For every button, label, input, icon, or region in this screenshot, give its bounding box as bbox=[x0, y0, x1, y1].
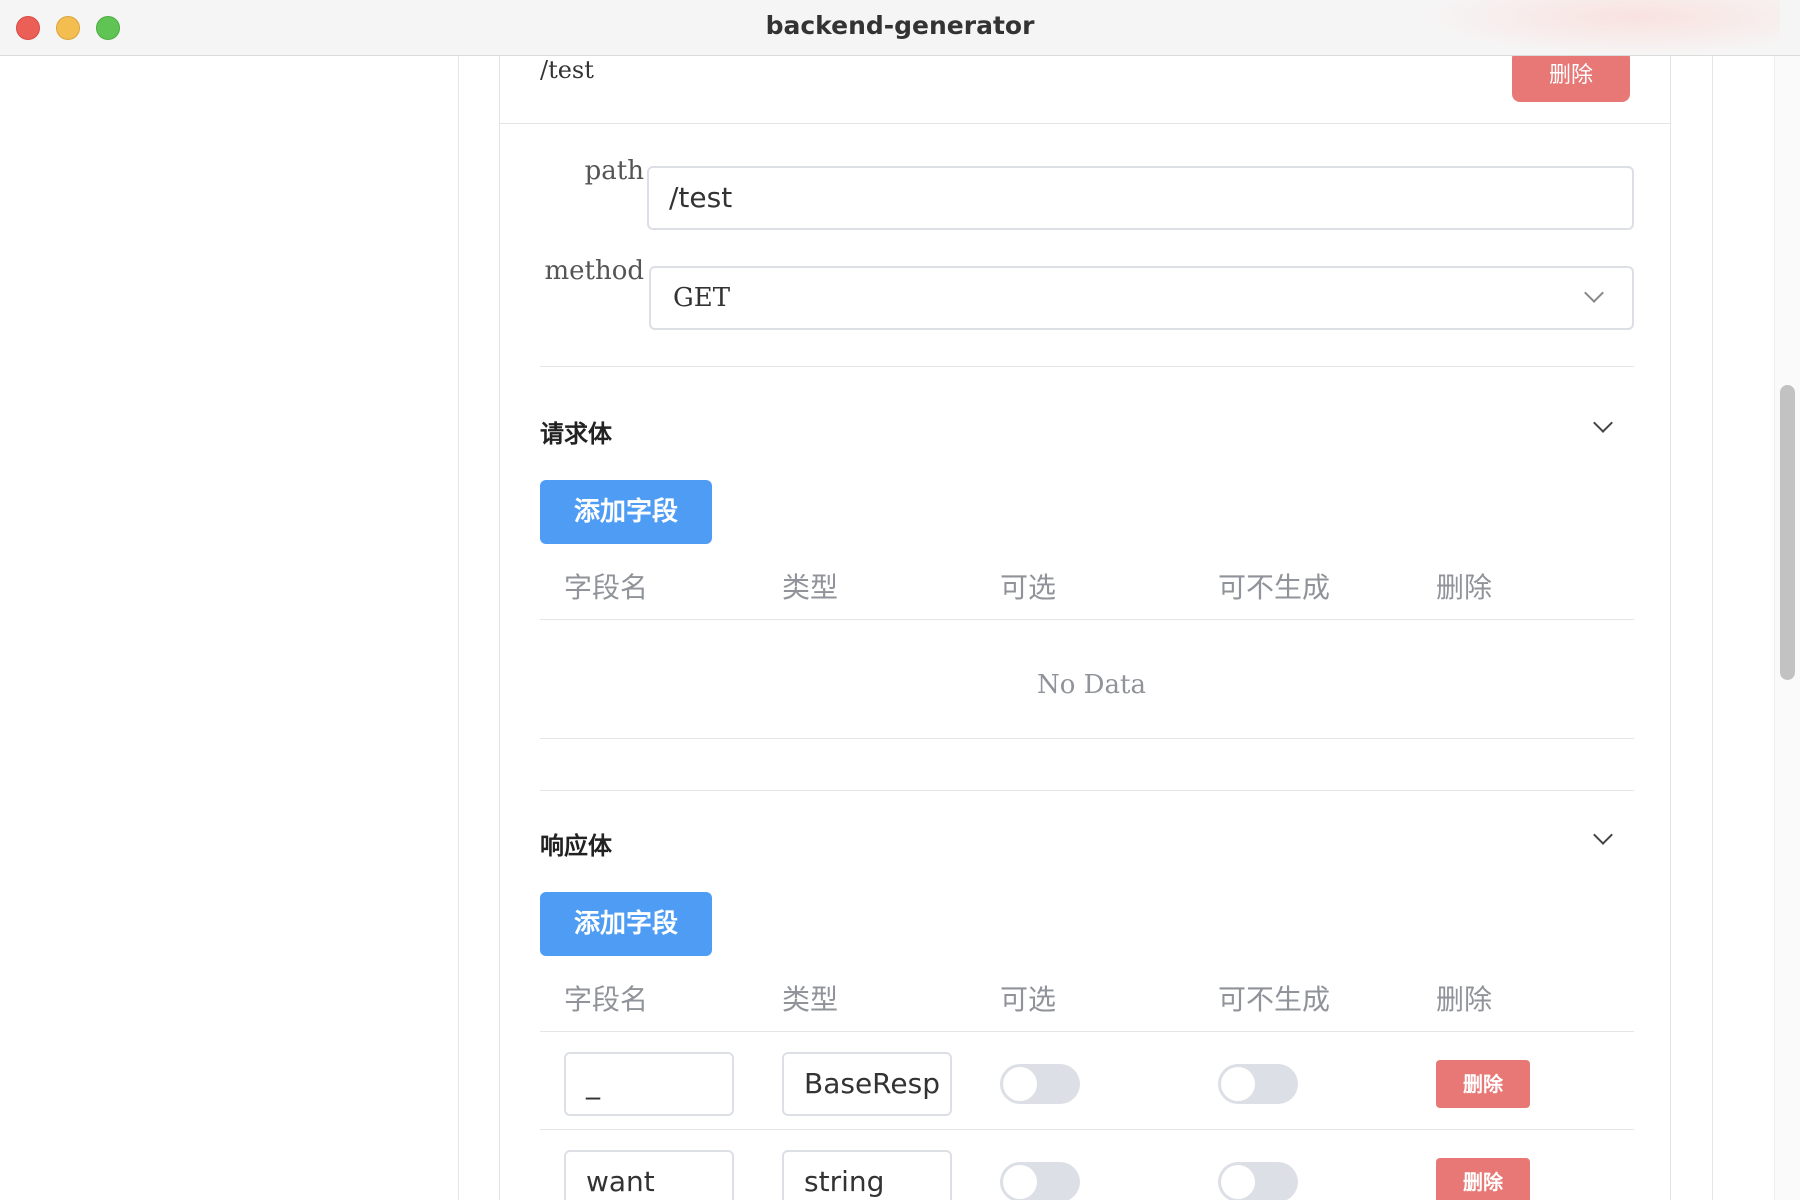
delete-route-button[interactable]: 删除 bbox=[1512, 50, 1630, 102]
request-add-field-button[interactable]: 添加字段 bbox=[540, 480, 712, 544]
table-row-divider bbox=[540, 1129, 1634, 1130]
toggle-knob bbox=[1221, 1165, 1255, 1199]
form-divider bbox=[540, 366, 1634, 367]
skip-generate-toggle[interactable] bbox=[1218, 1064, 1298, 1104]
response-body-title: 响应体 bbox=[540, 832, 612, 860]
request-col-skip: 可不生成 bbox=[1218, 571, 1331, 604]
method-select-value: GET bbox=[673, 283, 731, 313]
response-table-header-divider bbox=[540, 1031, 1634, 1032]
vertical-scrollbar[interactable] bbox=[1774, 56, 1800, 1200]
response-col-delete: 删除 bbox=[1436, 983, 1493, 1016]
request-col-delete: 删除 bbox=[1436, 571, 1493, 604]
path-label: path bbox=[584, 156, 644, 186]
response-col-optional: 可选 bbox=[1000, 983, 1057, 1016]
toggle-knob bbox=[1003, 1067, 1037, 1101]
request-col-optional: 可选 bbox=[1000, 571, 1057, 604]
title-bar: backend-generator bbox=[0, 0, 1800, 56]
request-table-bottom-divider bbox=[540, 738, 1634, 739]
path-input[interactable]: /test bbox=[647, 166, 1634, 230]
response-col-type: 类型 bbox=[782, 983, 839, 1016]
chevron-down-icon bbox=[1584, 283, 1604, 303]
response-body-collapse-icon[interactable] bbox=[1593, 825, 1613, 845]
field-name-input[interactable]: _ bbox=[564, 1052, 734, 1116]
field-type-input[interactable]: string bbox=[782, 1150, 952, 1200]
method-label: method bbox=[544, 256, 644, 286]
scrollbar-thumb[interactable] bbox=[1780, 385, 1795, 680]
request-body-title: 请求体 bbox=[540, 420, 612, 448]
field-name-input[interactable]: want bbox=[564, 1150, 734, 1200]
method-select[interactable]: GET bbox=[649, 266, 1634, 330]
route-title: /test bbox=[540, 56, 594, 84]
route-card: /test 删除 path /test method GET 请求体 添加字段 … bbox=[499, 36, 1671, 1200]
delete-field-button[interactable]: 删除 bbox=[1436, 1158, 1530, 1200]
skip-generate-toggle[interactable] bbox=[1218, 1162, 1298, 1200]
response-col-skip: 可不生成 bbox=[1218, 983, 1331, 1016]
request-empty-text: No Data bbox=[1037, 670, 1146, 700]
content-area: /test 删除 path /test method GET 请求体 添加字段 … bbox=[0, 36, 1800, 1200]
request-col-type: 类型 bbox=[782, 571, 839, 604]
field-type-input[interactable]: BaseResp bbox=[782, 1052, 952, 1116]
response-add-field-button[interactable]: 添加字段 bbox=[540, 892, 712, 956]
toggle-knob bbox=[1003, 1165, 1037, 1199]
path-input-value: /test bbox=[669, 181, 733, 214]
optional-toggle[interactable] bbox=[1000, 1064, 1080, 1104]
optional-toggle[interactable] bbox=[1000, 1162, 1080, 1200]
request-col-name: 字段名 bbox=[564, 571, 649, 604]
section-divider bbox=[540, 790, 1634, 791]
request-table-header-divider bbox=[540, 619, 1634, 620]
app-window: backend-generator /test 删除 path /test me… bbox=[0, 0, 1800, 1200]
window-title: backend-generator bbox=[765, 11, 1035, 40]
toggle-knob bbox=[1221, 1067, 1255, 1101]
response-col-name: 字段名 bbox=[564, 983, 649, 1016]
request-body-collapse-icon[interactable] bbox=[1593, 413, 1613, 433]
delete-field-button[interactable]: 删除 bbox=[1436, 1060, 1530, 1108]
